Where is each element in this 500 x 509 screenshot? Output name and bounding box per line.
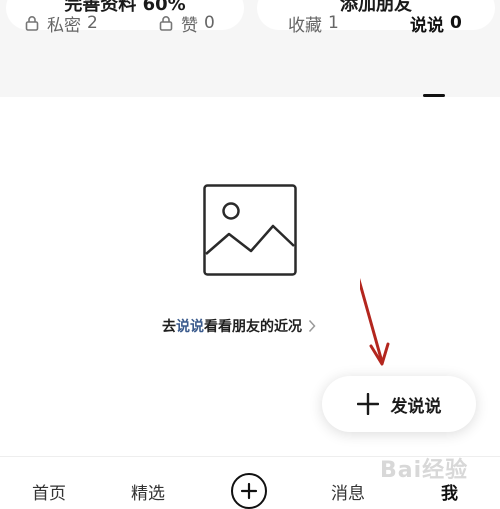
lock-icon bbox=[25, 16, 39, 31]
tab-favorites-count: 1 bbox=[328, 13, 339, 33]
tab-private[interactable]: 私密 2 bbox=[25, 10, 98, 36]
tab-likes-count: 0 bbox=[204, 13, 215, 33]
moments-highlight: 说说 bbox=[176, 319, 204, 335]
nav-add-button[interactable] bbox=[231, 473, 267, 509]
plus-icon bbox=[356, 393, 379, 415]
chevron-right-icon bbox=[308, 319, 316, 333]
tab-likes-label: 赞 bbox=[181, 15, 198, 36]
nav-messages[interactable]: 消息 bbox=[331, 479, 365, 504]
lock-icon bbox=[159, 16, 173, 31]
tab-moments-count: 0 bbox=[450, 13, 462, 33]
watermark: Bai经验 bbox=[380, 458, 469, 483]
tab-moments[interactable]: 说说 0 bbox=[410, 10, 462, 36]
tab-favorites-label: 收藏 bbox=[288, 15, 322, 36]
empty-text-suffix: 看看朋友的近况 bbox=[204, 319, 302, 335]
annotation-arrow bbox=[360, 277, 390, 366]
post-moment-button[interactable]: 发说说 bbox=[322, 376, 476, 432]
nav-featured[interactable]: 精选 bbox=[131, 479, 165, 504]
active-tab-indicator bbox=[423, 94, 445, 97]
tab-favorites[interactable]: 收藏 1 bbox=[288, 10, 339, 36]
plus-circle-icon bbox=[240, 482, 258, 500]
tab-private-count: 2 bbox=[87, 13, 98, 33]
tab-likes[interactable]: 赞 0 bbox=[159, 10, 215, 36]
tab-moments-label: 说说 bbox=[410, 15, 444, 36]
nav-home[interactable]: 首页 bbox=[32, 479, 66, 504]
image-placeholder-icon bbox=[203, 184, 297, 276]
tab-private-label: 私密 bbox=[47, 15, 81, 36]
add-friend-label: 添加朋友 bbox=[340, 0, 412, 15]
go-moments-link[interactable]: 去说说 看看朋友的近况 bbox=[162, 316, 316, 336]
profile-tabs bbox=[0, 48, 500, 97]
post-moment-label: 发说说 bbox=[390, 396, 442, 417]
empty-text-prefix: 去 bbox=[162, 319, 176, 335]
